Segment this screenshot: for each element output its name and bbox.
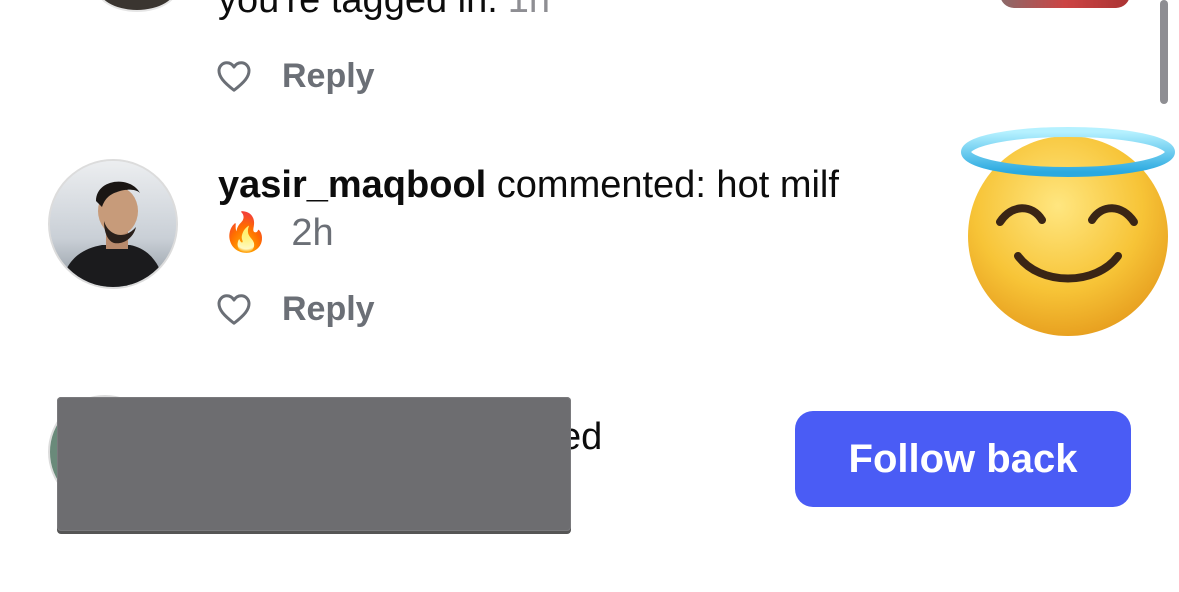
comment-actions: Reply (216, 289, 375, 329)
smiling-face-with-halo-emoji[interactable] (960, 126, 1175, 341)
follow-back-button[interactable]: Follow back (795, 411, 1131, 507)
notification-text: you're tagged in. 1h (218, 0, 550, 22)
comment-message: commented: hot milf (496, 164, 839, 206)
username[interactable]: yasir_maqbool (218, 164, 486, 206)
comment-meta: 🔥 2h (222, 210, 334, 256)
timestamp: 2h (291, 212, 334, 254)
profile-photo (50, 161, 176, 287)
heart-outline-icon[interactable] (216, 59, 252, 93)
timestamp: 1h (507, 0, 551, 21)
comment-text: yasir_maqbool commented: hot milf (218, 162, 938, 208)
avatar[interactable] (95, 0, 179, 12)
post-thumbnail[interactable] (1000, 0, 1130, 8)
redaction-box (57, 397, 571, 531)
notifications-page: you're tagged in. 1h Reply yasir_maqbool… (0, 0, 1179, 592)
avatar[interactable] (48, 159, 178, 289)
fire-emoji-icon: 🔥 (222, 212, 270, 254)
comment-actions: Reply (216, 56, 375, 96)
scrollbar[interactable] (1160, 0, 1168, 104)
reply-button[interactable]: Reply (282, 289, 375, 329)
notification-message: you're tagged in. (218, 0, 498, 21)
heart-outline-icon[interactable] (216, 292, 252, 326)
reply-button[interactable]: Reply (282, 56, 375, 96)
